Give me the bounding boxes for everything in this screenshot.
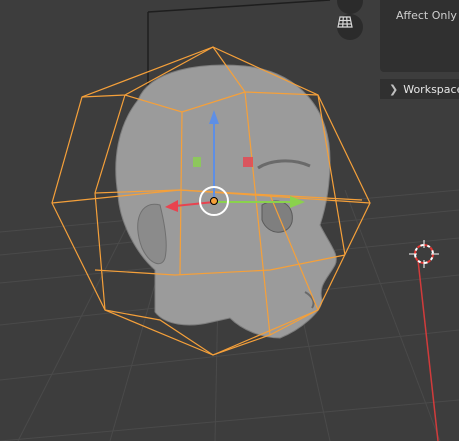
- workspace-label: Workspace: [403, 82, 459, 96]
- camera-view-icon: [337, 0, 351, 2]
- eye-socket: [261, 200, 293, 233]
- gizmo-plane-yz[interactable]: [243, 157, 253, 167]
- x-axis-line: [417, 259, 439, 441]
- workspace-panel-header[interactable]: ❯ Workspace: [380, 79, 459, 99]
- orthographic-grid-icon: [337, 16, 353, 28]
- orthographic-toggle-button[interactable]: [337, 14, 363, 40]
- world-axis-line-top: [147, 0, 331, 13]
- affect-only-label[interactable]: Affect Only: [396, 9, 457, 22]
- 3d-viewport[interactable]: Affect Only ❯ Workspace: [0, 0, 459, 441]
- 3d-cursor[interactable]: [409, 240, 439, 268]
- object-origin: [210, 197, 218, 205]
- chevron-right-icon: ❯: [389, 82, 399, 96]
- gizmo-plane-xz[interactable]: [193, 157, 201, 167]
